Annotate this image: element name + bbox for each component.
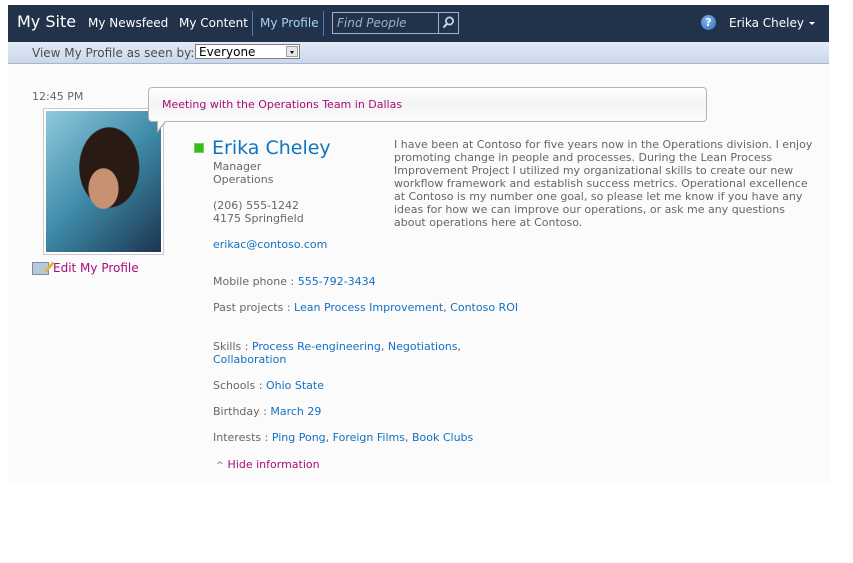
work-phone: (206) 555-1242	[213, 199, 300, 212]
field-skills: Skills : Process Re-engineering, Negotia…	[213, 340, 462, 366]
job-title: Manager	[213, 160, 262, 173]
edit-profile-label: Edit My Profile	[53, 261, 139, 275]
field-label: Interests :	[213, 431, 272, 444]
field-past-projects: Past projects : Lean Process Improvement…	[213, 301, 519, 314]
nav-my-content[interactable]: My Content	[179, 16, 248, 30]
view-as-selected: Everyone	[199, 45, 256, 59]
profile-photo-image	[46, 111, 161, 252]
edit-profile-icon	[32, 261, 49, 275]
chevron-down-icon	[808, 22, 815, 25]
user-name: Erika Cheley	[729, 16, 804, 30]
status-message-bubble[interactable]: Meeting with the Operations Team in Dall…	[148, 87, 707, 133]
top-bar: My Site My Newsfeed My Content My Profil…	[8, 5, 829, 42]
field-birthday: Birthday : March 29	[213, 405, 523, 418]
field-value[interactable]: March 29	[270, 405, 321, 418]
view-as-bar: View My Profile as seen by: Everyone	[8, 42, 829, 64]
field-schools: Schools : Ohio State	[213, 379, 523, 392]
field-mobile-phone: Mobile phone : 555-792-3434	[213, 275, 523, 288]
profile-content: 12:45 PM Edit My Profile Meeting with th…	[8, 64, 829, 483]
chevron-up-icon: ^	[216, 461, 224, 471]
field-label: Birthday :	[213, 405, 271, 418]
profile-name: Erika Cheley	[212, 137, 331, 159]
hide-information-link[interactable]: ^ Hide information	[216, 458, 320, 471]
view-as-label: View My Profile as seen by:	[32, 46, 195, 60]
view-as-select[interactable]: Everyone	[195, 44, 300, 59]
nav-my-profile[interactable]: My Profile	[260, 16, 319, 30]
dropdown-arrow-icon[interactable]	[286, 46, 298, 57]
field-interests: Interests : Ping Pong, Foreign Films, Bo…	[213, 431, 474, 444]
field-value[interactable]: Process Re-engineering	[252, 340, 381, 353]
search-button[interactable]	[438, 13, 458, 33]
field-value[interactable]: Collaboration	[213, 353, 286, 366]
status-time: 12:45 PM	[32, 90, 84, 103]
find-people-search	[332, 12, 459, 34]
about-me: I have been at Contoso for five years no…	[394, 138, 813, 229]
field-label: Past projects :	[213, 301, 295, 314]
field-value[interactable]: Contoso ROI	[450, 301, 518, 314]
field-label: Mobile phone :	[213, 275, 298, 288]
hide-information-label: Hide information	[227, 458, 320, 471]
bubble-tail	[157, 120, 167, 133]
presence-icon[interactable]	[194, 143, 204, 153]
help-icon[interactable]: ?	[701, 15, 716, 30]
nav-separator	[252, 11, 253, 36]
department: Operations	[213, 173, 274, 186]
profile-photo	[43, 108, 164, 255]
page: My Site My Newsfeed My Content My Profil…	[8, 5, 829, 483]
field-value[interactable]: Foreign Films	[333, 431, 405, 444]
field-label: Schools :	[213, 379, 266, 392]
nav-separator	[323, 11, 324, 36]
field-label: Skills :	[213, 340, 252, 353]
field-value[interactable]: Lean Process Improvement	[294, 301, 443, 314]
site-title[interactable]: My Site	[17, 12, 76, 31]
email-link[interactable]: erikac@contoso.com	[213, 238, 327, 251]
status-message: Meeting with the Operations Team in Dall…	[162, 98, 403, 111]
field-value[interactable]: Book Clubs	[412, 431, 473, 444]
edit-profile-link[interactable]: Edit My Profile	[32, 261, 139, 275]
nav-my-newsfeed[interactable]: My Newsfeed	[88, 16, 168, 30]
field-value[interactable]: Ping Pong	[272, 431, 326, 444]
search-icon	[442, 16, 454, 29]
field-value[interactable]: Ohio State	[266, 379, 324, 392]
field-value[interactable]: Negotiations	[388, 340, 458, 353]
find-people-input[interactable]	[333, 13, 437, 33]
office-location: 4175 Springfield	[213, 212, 304, 225]
user-menu[interactable]: Erika Cheley	[729, 16, 815, 30]
field-value[interactable]: 555-792-3434	[298, 275, 376, 288]
